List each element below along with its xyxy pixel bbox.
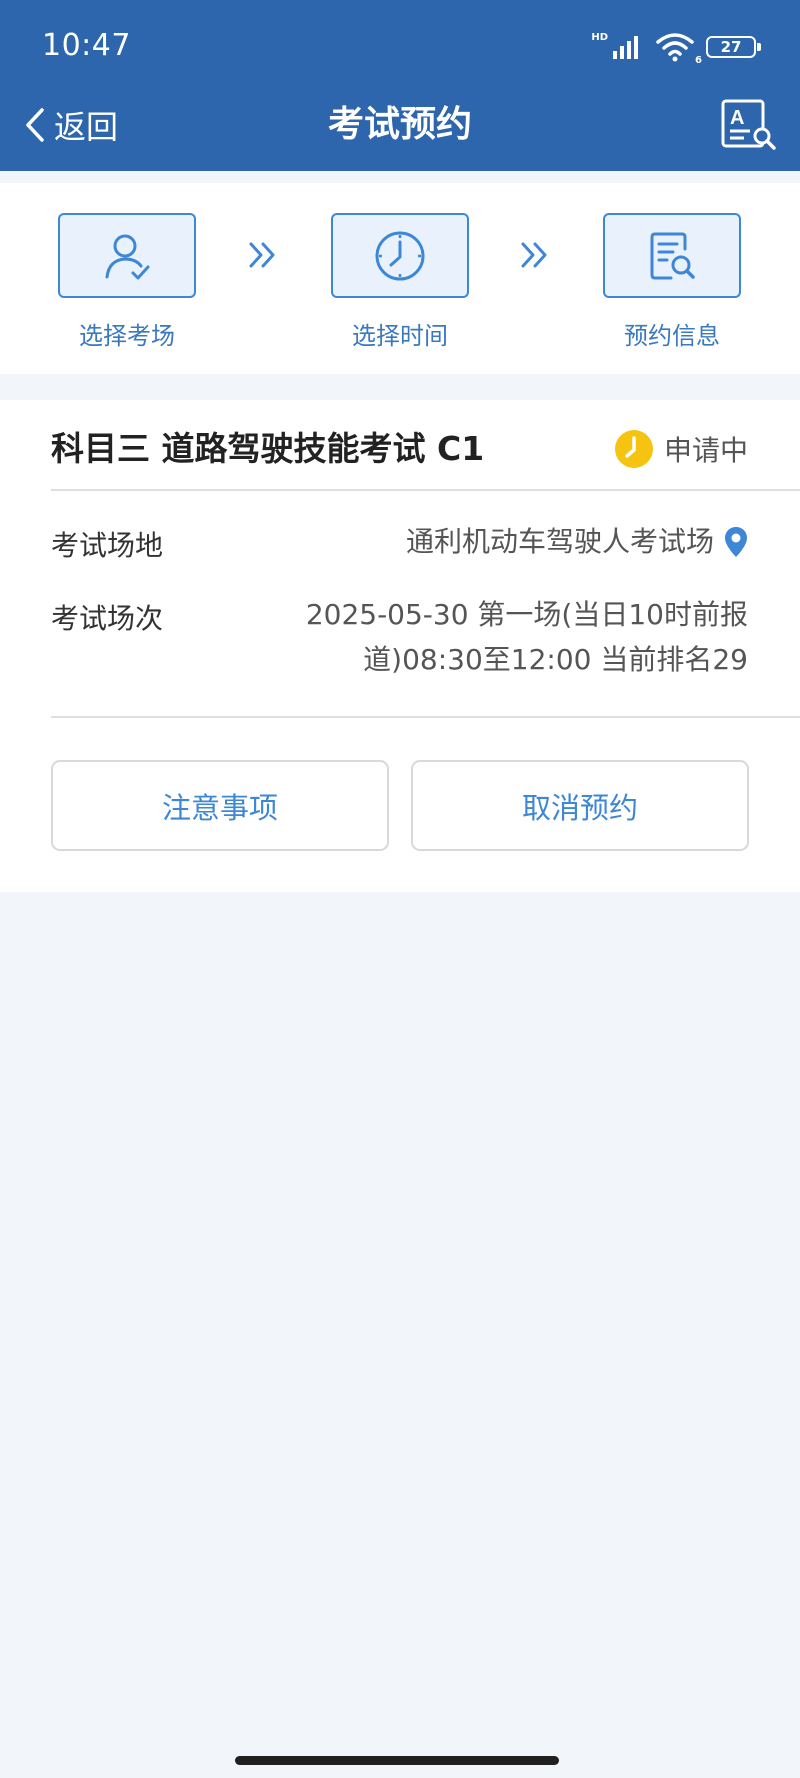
status-time: 10:47 [42,28,131,63]
session-line-2: 道)08:30至12:00 当前排名29 [363,643,748,676]
double-chevron-right-icon [249,242,275,268]
document-search-icon: A [721,99,776,150]
status-icons: HD 6 27 [591,30,761,66]
venue-label: 考试场地 [51,529,164,562]
cancel-appointment-button[interactable]: 取消预约 [411,760,749,851]
back-button[interactable]: 返回 [24,100,118,150]
record-search-button[interactable]: A [720,98,778,152]
status-badge: 申请中 [614,424,748,474]
session-line-1: 2025-05-30 第一场(当日10时前报 [305,598,748,631]
step-icon-box [58,213,196,298]
step-label: 选择时间 [352,322,448,350]
step-appointment-info: 预约信息 [602,213,742,351]
svg-text:A: A [730,107,744,129]
venue-name: 通利机动车驾驶人考试场 [405,525,714,558]
double-chevron-right-icon [521,242,547,268]
document-search-icon [650,232,695,279]
step-select-time: 选择时间 [330,213,470,351]
page-title: 考试预约 [327,104,472,145]
wifi-badge: 6 [695,55,702,66]
exam-title: 科目三 道路驾驶技能考试 C1 [51,429,485,468]
appointment-card: 科目三 道路驾驶技能考试 C1 申请中 考试场地 通利机动车驾驶人考试场 考试场… [0,400,800,892]
step-label: 预约信息 [624,322,720,350]
wifi-icon: 6 [656,32,702,66]
battery-level: 27 [720,38,742,56]
map-pin-icon[interactable] [724,526,748,558]
signal-icon [613,36,638,59]
venue-value[interactable]: 通利机动车驾驶人考试场 [406,519,748,564]
divider [51,716,800,718]
step-indicator: 选择考场 选择时间 预约信息 [0,183,800,374]
notice-button[interactable]: 注意事项 [51,760,389,851]
step-select-venue: 选择考场 [57,213,197,351]
status-text: 申请中 [663,434,748,467]
session-value: 2025-05-30 第一场(当日10时前报 道)08:30至12:00 当前排… [306,592,748,682]
clock-status-icon [614,430,653,468]
divider [51,489,800,491]
step-icon-box [331,213,469,298]
back-label: 返回 [54,108,119,146]
session-label: 考试场次 [51,602,164,635]
home-indicator[interactable] [235,1756,559,1765]
network-type-label: HD [591,31,608,43]
user-check-icon [105,234,150,279]
battery-indicator: 27 [706,36,761,58]
app-header: 10:47 HD 6 27 返回 考试预约 A [0,0,800,171]
chevron-left-icon [26,108,44,142]
clock-icon [375,231,425,280]
step-label: 选择考场 [79,322,175,350]
step-icon-box [603,213,741,298]
